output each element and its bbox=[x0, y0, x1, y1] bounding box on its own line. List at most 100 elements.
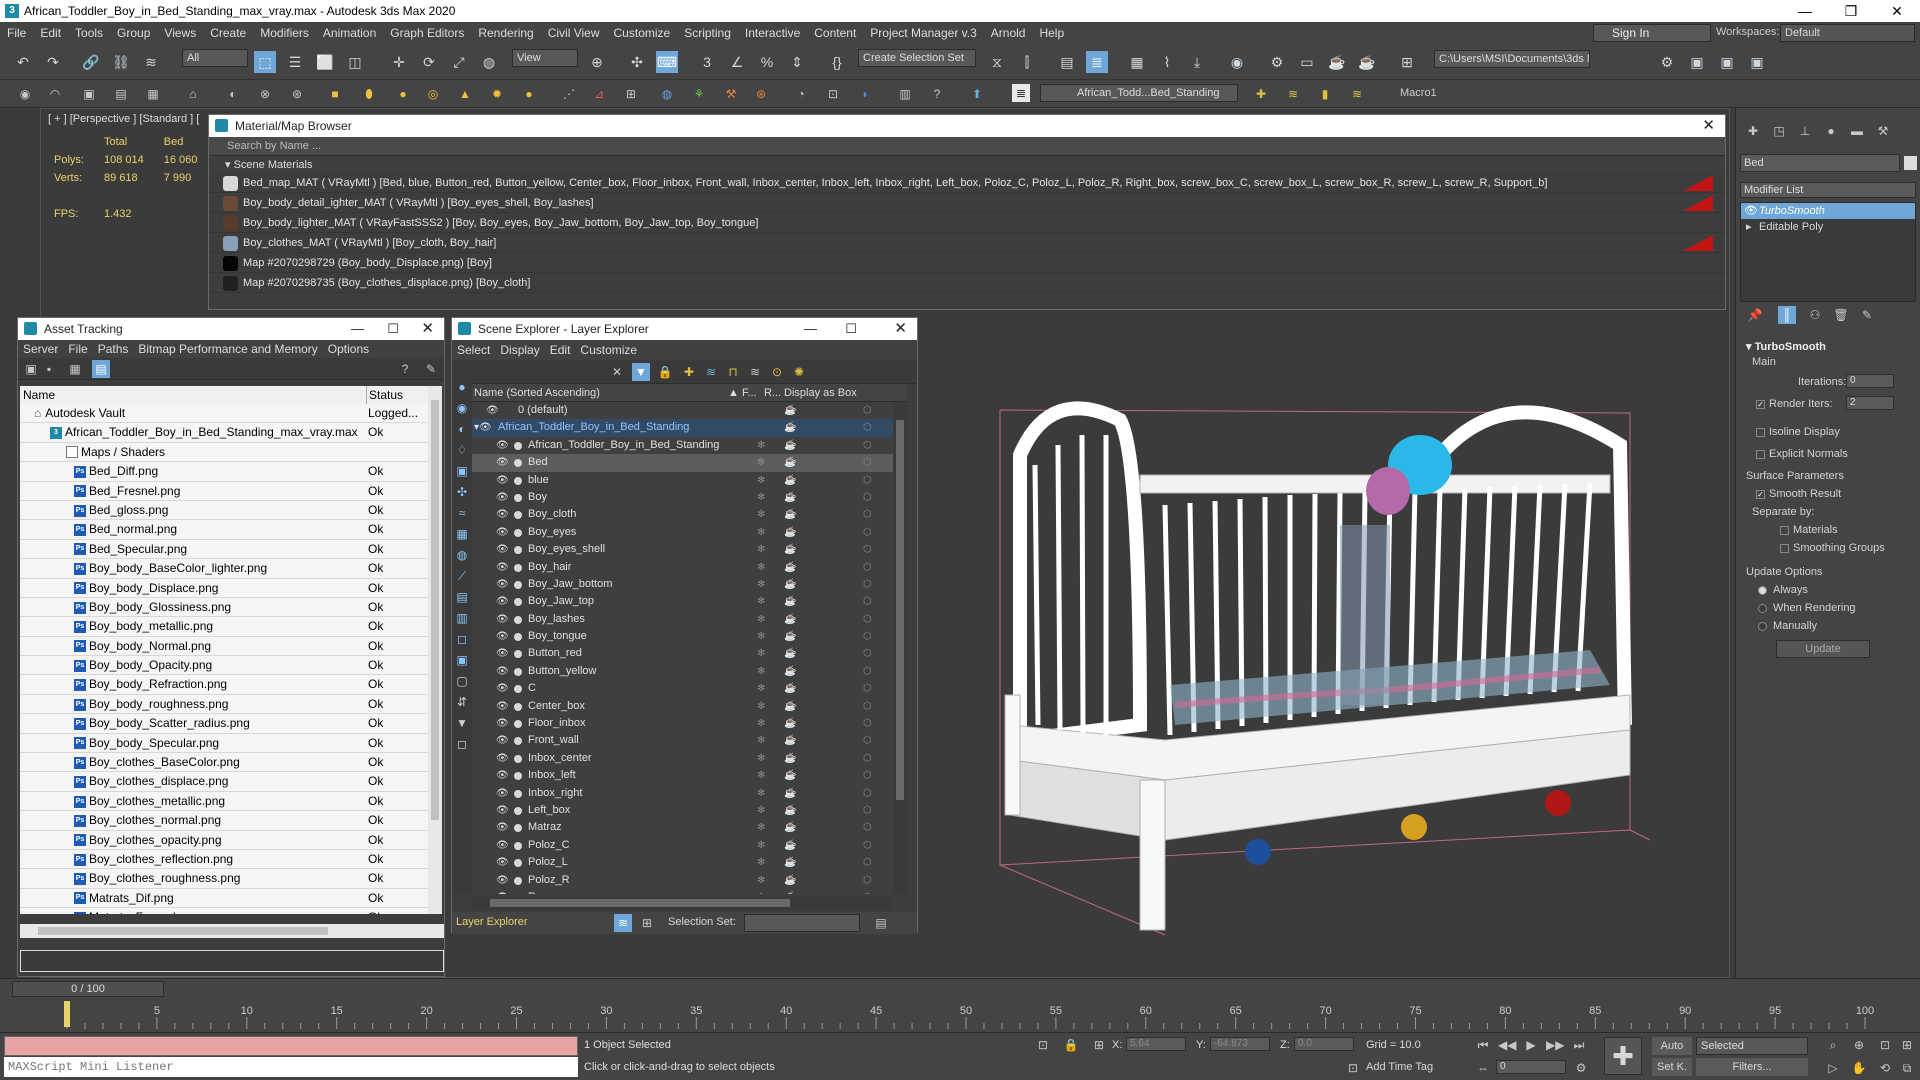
close-button[interactable]: ✕ bbox=[1874, 0, 1920, 22]
asset-path-field[interactable] bbox=[20, 950, 444, 972]
render-iters-checkbox[interactable]: ✓ Render Iters: bbox=[1756, 398, 1833, 410]
visibility-eye-icon[interactable]: 👁 bbox=[496, 524, 509, 541]
select-by-name-icon[interactable]: ☰ bbox=[284, 51, 306, 73]
freeze-icon[interactable]: ✻ bbox=[757, 750, 765, 767]
scene-vertical-scrollbar[interactable] bbox=[893, 402, 907, 894]
display-as-box-icon[interactable]: ⬡ bbox=[863, 593, 872, 610]
update-button[interactable]: Update bbox=[1776, 640, 1870, 658]
light-icon[interactable]: ✹ bbox=[488, 85, 506, 103]
shapes-filter-icon[interactable]: ◐ bbox=[453, 420, 471, 438]
rotate-icon[interactable]: ⟳ bbox=[418, 51, 440, 73]
renderable-icon[interactable]: ☕ bbox=[784, 715, 796, 732]
renderable-icon[interactable]: ☕ bbox=[784, 559, 796, 576]
asset-map-row[interactable]: Ps Boy_clothes_opacity.png Ok bbox=[20, 830, 428, 850]
viewport-label[interactable]: [ + ] [Perspective ] [Standard ] [ bbox=[48, 113, 199, 125]
object-color-swatch[interactable] bbox=[1904, 156, 1917, 170]
freeze-icon[interactable]: ✻ bbox=[757, 889, 765, 894]
freeze-icon[interactable]: ✻ bbox=[757, 524, 765, 541]
scene-object-row[interactable]: 👁 Boy_cloth ✻ ☕ ⬡ bbox=[472, 506, 907, 523]
renderable-icon[interactable]: ☕ bbox=[784, 454, 796, 471]
scene-object-row[interactable]: 👁 C ✻ ☕ ⬡ bbox=[472, 680, 907, 697]
refresh-icon[interactable]: ▣ bbox=[22, 360, 40, 378]
scene-object-row[interactable]: 👁 Poloz_L ✻ ☕ ⬡ bbox=[472, 854, 907, 871]
asset-map-row[interactable]: PsMatrats_Fresnel.png Ok bbox=[20, 908, 428, 914]
iterations-spinner[interactable]: 0 bbox=[1846, 374, 1894, 388]
vray-mesh-icon[interactable]: ⚒ bbox=[722, 85, 740, 103]
visibility-eye-icon[interactable]: 👁 bbox=[496, 715, 509, 732]
freeze-icon[interactable]: ✻ bbox=[757, 454, 765, 471]
view-icon[interactable]: ◉ bbox=[16, 85, 34, 103]
renderable-icon[interactable]: ☕ bbox=[784, 767, 796, 784]
maxscript-listener-input[interactable]: MAXScript Mini Listener bbox=[4, 1057, 578, 1077]
snaps-toggle-icon[interactable]: 3 bbox=[696, 51, 718, 73]
help-circle-icon[interactable]: ? bbox=[928, 85, 946, 103]
asset-map-row[interactable]: Ps Boy_body_Specular.png Ok bbox=[20, 733, 428, 754]
display-as-box-icon[interactable]: ⬡ bbox=[863, 628, 872, 645]
time-tag-icon[interactable]: ⊡ bbox=[1344, 1059, 1362, 1077]
display-as-box-icon[interactable]: ⬡ bbox=[863, 611, 872, 628]
turbosmooth-rollout-header[interactable]: ▾ TurboSmooth bbox=[1746, 340, 1916, 353]
asset-map-row[interactable]: Ps Boy_body_metallic.png Ok bbox=[20, 617, 428, 637]
explorer-mode-label[interactable]: Layer Explorer bbox=[456, 916, 528, 928]
pivot-icon[interactable]: ⊕ bbox=[586, 51, 608, 73]
zoom-extents-all-icon[interactable]: ⊞ bbox=[1898, 1036, 1916, 1054]
col-name-header[interactable]: Name bbox=[23, 386, 55, 404]
hierarchy-mode-icon[interactable]: ⊞ bbox=[638, 914, 656, 932]
max-file-row[interactable]: 3 African_Toddler_Boy_in_Bed_Standing_max… bbox=[20, 423, 428, 443]
renderable-icon[interactable]: ☕ bbox=[784, 819, 796, 836]
curve-editor-icon[interactable]: ⌇ bbox=[1156, 51, 1178, 73]
col-freeze-header[interactable]: ▲ F... bbox=[728, 384, 757, 402]
link-icon[interactable]: 🔗 bbox=[80, 51, 102, 73]
visibility-eye-icon[interactable]: 👁 bbox=[496, 489, 509, 506]
statistics-icon[interactable]: ▥ bbox=[896, 85, 914, 103]
panel-icon[interactable]: ▣ bbox=[80, 85, 98, 103]
scene-object-row[interactable]: 👁 Boy_eyes ✻ ☕ ⬡ bbox=[472, 524, 907, 541]
visibility-eye-icon[interactable]: 👁 bbox=[496, 785, 509, 802]
display-as-box-icon[interactable]: ⬡ bbox=[863, 506, 872, 523]
bones-filter-icon[interactable]: ⟋ bbox=[453, 567, 471, 585]
play-icon[interactable]: ▶ bbox=[1522, 1036, 1540, 1054]
display-as-box-icon[interactable]: ⬡ bbox=[863, 472, 872, 489]
display-as-box-icon[interactable]: ⬡ bbox=[863, 872, 872, 889]
col-display-box-header[interactable]: Display as Box bbox=[784, 384, 857, 402]
scene-menu-display[interactable]: Display bbox=[495, 340, 544, 360]
freeze-icon[interactable]: ✻ bbox=[757, 698, 765, 715]
display-as-box-icon[interactable]: ⬡ bbox=[863, 732, 872, 749]
cameras-filter-icon[interactable]: ▣ bbox=[453, 462, 471, 480]
renderable-icon[interactable]: ☕ bbox=[784, 524, 796, 541]
display-as-box-icon[interactable]: ⬡ bbox=[863, 645, 872, 662]
menu-customize[interactable]: Customize bbox=[607, 26, 678, 40]
move-icon[interactable]: ✛ bbox=[388, 51, 410, 73]
scene-close-button[interactable]: ✕ bbox=[894, 318, 907, 340]
rectangle-selection-icon[interactable]: ⬜ bbox=[314, 51, 336, 73]
freeze-icon[interactable]: ✻ bbox=[757, 663, 765, 680]
project-path-dropdown[interactable]: C:\Users\MSI\Documents\3ds Max 2020 bbox=[1434, 50, 1590, 68]
asset-map-row[interactable]: Ps Boy_body_Glossiness.png Ok bbox=[20, 597, 428, 618]
visibility-eye-icon[interactable]: 👁 bbox=[496, 819, 509, 836]
create-tab-icon[interactable]: ✚ bbox=[1744, 122, 1762, 140]
menu-project-manager-v-3[interactable]: Project Manager v.3 bbox=[863, 26, 984, 40]
key-filters-button[interactable]: Filters... bbox=[1696, 1058, 1808, 1076]
zoom-all-icon[interactable]: ⊕ bbox=[1850, 1036, 1868, 1054]
groups-filter-icon[interactable]: ▦ bbox=[453, 525, 471, 543]
sun-icon[interactable]: ● bbox=[520, 85, 538, 103]
menu-file[interactable]: File bbox=[0, 26, 33, 40]
scene-object-row[interactable]: 👁 Button_yellow ✻ ☕ ⬡ bbox=[472, 663, 907, 680]
list-view-icon[interactable]: ▤ bbox=[92, 360, 110, 378]
container-open-icon[interactable]: ▣ bbox=[1746, 51, 1768, 73]
menu-tools[interactable]: Tools bbox=[68, 26, 110, 40]
visibility-eye-icon[interactable]: 👁 bbox=[496, 732, 509, 749]
new-layer-icon[interactable]: ✚ bbox=[680, 363, 698, 381]
renderable-icon[interactable]: ☕ bbox=[784, 802, 796, 819]
freeze-icon[interactable]: ✻ bbox=[757, 732, 765, 749]
maximize-viewport-icon[interactable]: ⧉ bbox=[1898, 1059, 1916, 1077]
time-config-icon[interactable]: ⚙ bbox=[1572, 1059, 1590, 1077]
pin-stack-icon[interactable]: 📌 bbox=[1746, 306, 1764, 324]
display-as-box-icon[interactable]: ⬡ bbox=[863, 559, 872, 576]
lights-filter-icon[interactable]: ♢ bbox=[453, 441, 471, 459]
smooth-result-checkbox[interactable]: ✓ Smooth Result bbox=[1756, 488, 1841, 500]
vray-proxy-icon[interactable]: ⊞ bbox=[622, 85, 640, 103]
renderable-icon[interactable]: ☕ bbox=[784, 663, 796, 680]
display-as-box-icon[interactable]: ⬡ bbox=[863, 802, 872, 819]
make-current-icon[interactable]: ⊓ bbox=[724, 363, 742, 381]
